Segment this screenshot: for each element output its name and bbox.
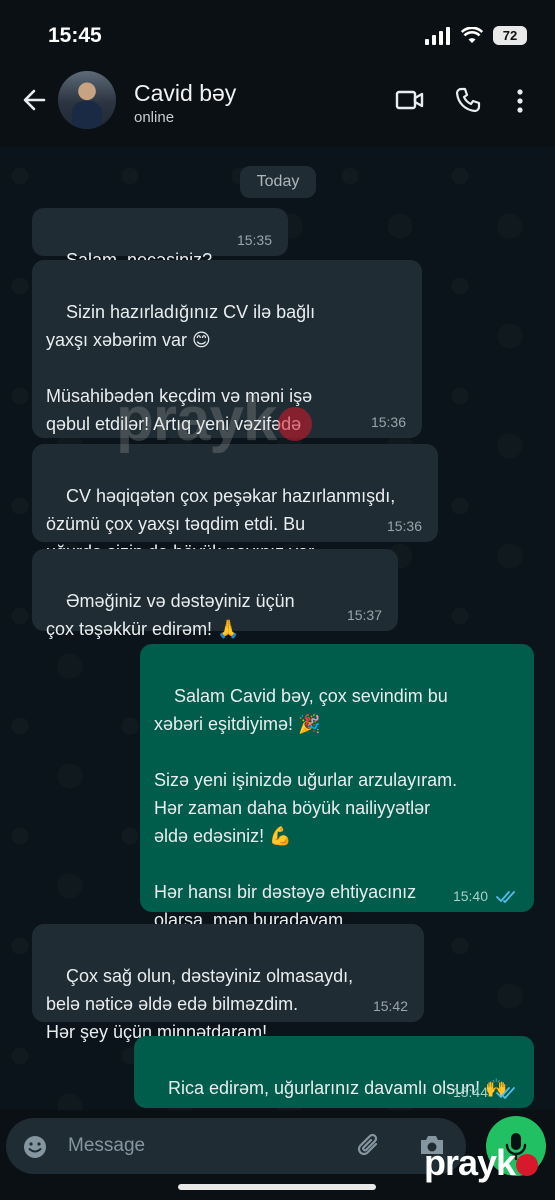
status-time: 15:45 [48, 24, 102, 47]
message-text: Çox sağ olun, dəstəyiniz olmasaydı, belə… [46, 966, 354, 1042]
chat-area[interactable]: Today Salam, necəsiniz? 15:35 Sizin hazı… [0, 146, 555, 1110]
signal-icon [425, 26, 450, 45]
message-composer [6, 1118, 466, 1174]
video-call-icon[interactable] [395, 88, 425, 112]
avatar[interactable] [58, 71, 116, 129]
attach-icon[interactable] [356, 1132, 382, 1160]
message-time: 15:40 [452, 888, 488, 904]
message-time: 15:37 [346, 607, 382, 623]
home-indicator [178, 1184, 376, 1190]
status-icons: 72 [425, 26, 527, 45]
back-arrow-icon[interactable] [20, 86, 48, 114]
message-incoming[interactable]: Əməğiniz və dəstəyiniz üçün çox təşəkkür… [32, 549, 398, 639]
watermark-text: prayk [424, 1142, 516, 1183]
contact-name[interactable]: Cavid bəy [134, 80, 236, 107]
more-vertical-icon[interactable] [516, 88, 524, 114]
status-bar: 15:45 72 [0, 0, 555, 68]
double-check-icon [496, 891, 515, 904]
date-chip: Today [240, 166, 316, 198]
message-input[interactable] [68, 1133, 328, 1159]
message-time: 15:36 [386, 518, 422, 534]
message-time: 15:36 [370, 414, 406, 430]
message-outgoing[interactable]: Salam Cavid bəy, çox sevindim bu xəbəri … [140, 644, 534, 930]
message-text: Əməğiniz və dəstəyiniz üçün çox təşəkkür… [46, 591, 295, 639]
double-check-icon [496, 1087, 515, 1100]
message-outgoing[interactable]: Rica edirəm, uğurlarınız davamlı olsun! … [134, 1036, 534, 1108]
message-incoming[interactable]: Çox sağ olun, dəstəyiniz olmasaydı, belə… [32, 924, 424, 1042]
message-time: 15:35 [236, 232, 272, 248]
chat-header: Cavid bəy online [0, 68, 555, 146]
message-incoming[interactable]: Salam, necəsiniz? 15:35 [32, 208, 288, 270]
battery-indicator: 72 [493, 26, 527, 45]
watermark-logo: prayk [424, 1142, 539, 1184]
emoji-icon[interactable] [22, 1134, 48, 1160]
contact-status: online [134, 109, 175, 126]
watermark-logo: prayk [116, 384, 313, 455]
message-time: 15:42 [372, 998, 408, 1014]
phone-icon[interactable] [455, 87, 481, 113]
wifi-icon [461, 27, 483, 43]
message-time: 15:44 [452, 1084, 488, 1100]
watermark-text: prayk [116, 385, 277, 454]
message-text: Salam Cavid bəy, çox sevindim bu xəbəri … [154, 686, 458, 930]
message-incoming[interactable]: CV həqiqətən çox peşəkar hazırlanmışdı, … [32, 444, 438, 562]
